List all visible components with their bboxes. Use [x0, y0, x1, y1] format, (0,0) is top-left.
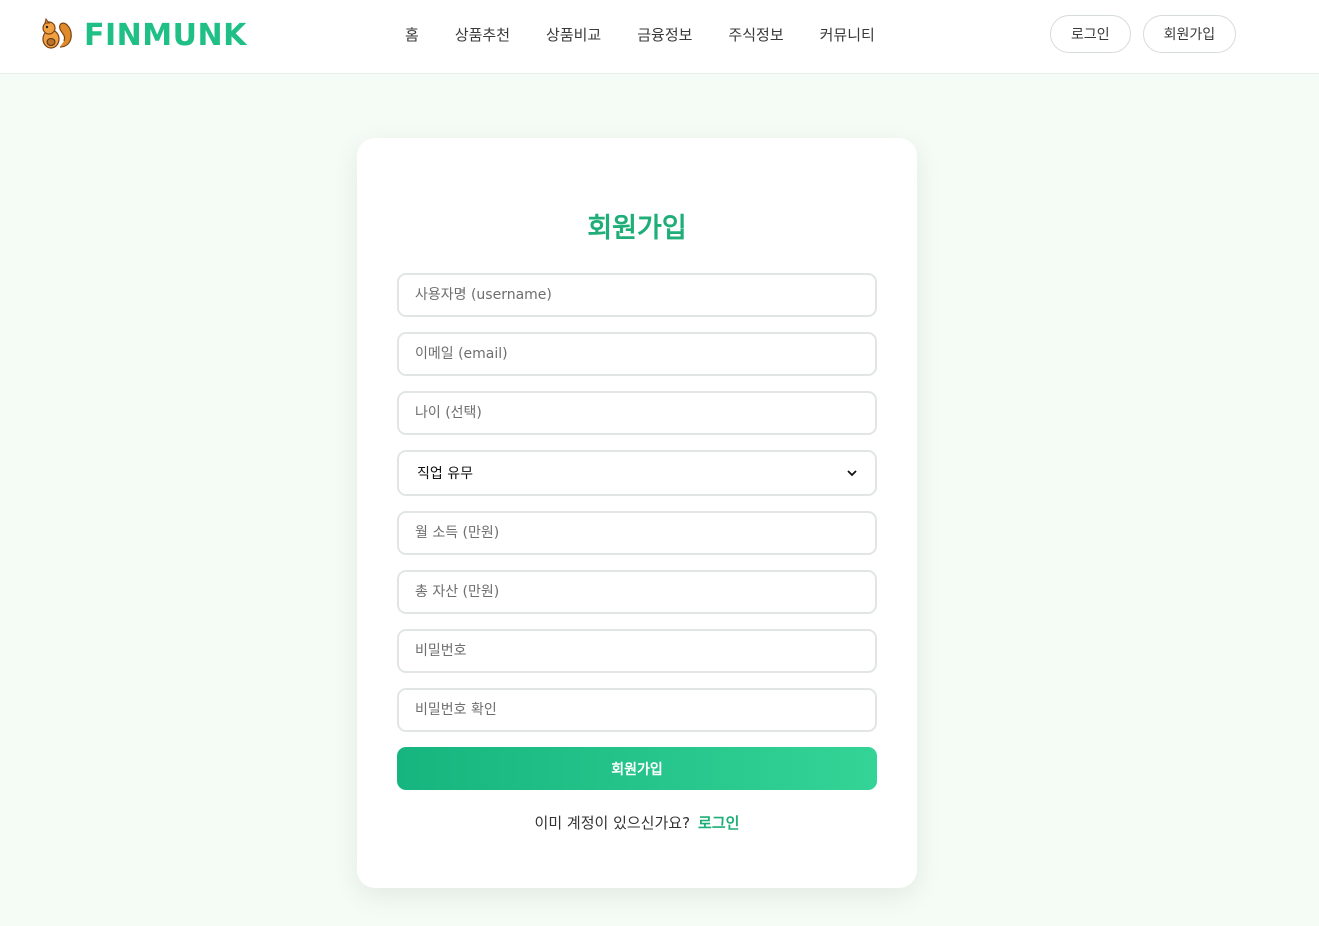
- top-header: FINMUNK 홈 상품추천 상품비교 금융정보 주식정보 커뮤니티 로그인 회…: [0, 0, 1319, 74]
- nav-item-community[interactable]: 커뮤니티: [820, 24, 875, 45]
- auth-buttons: 로그인 회원가입: [1050, 15, 1237, 53]
- nav-item-home[interactable]: 홈: [405, 24, 419, 45]
- email-input[interactable]: [397, 332, 877, 376]
- signup-button[interactable]: 회원가입: [1142, 15, 1237, 53]
- login-link[interactable]: 로그인: [698, 814, 739, 832]
- brand-name: FINMUNK: [84, 17, 247, 53]
- login-prompt-row: 이미 계정이 있으신가요? 로그인: [357, 812, 917, 833]
- chevron-down-icon: [847, 470, 857, 477]
- main-nav: 홈 상품추천 상품비교 금융정보 주식정보 커뮤니티: [405, 24, 911, 45]
- brand-logo[interactable]: FINMUNK: [38, 14, 247, 56]
- login-prompt-text: 이미 계정이 있으신가요?: [534, 814, 691, 832]
- password-input[interactable]: [397, 629, 877, 673]
- signup-card: 회원가입 직업 유무 회원가입 이미 계정이 있으신가요? 로그인: [357, 138, 917, 888]
- nav-item-stock-info[interactable]: 주식정보: [728, 24, 783, 45]
- nav-item-recommend[interactable]: 상품추천: [455, 24, 510, 45]
- page-title: 회원가입: [587, 213, 687, 244]
- total-assets-input[interactable]: [397, 570, 877, 614]
- password-confirm-input[interactable]: [397, 688, 877, 732]
- nav-item-finance-info[interactable]: 금융정보: [637, 24, 692, 45]
- job-status-value: 직업 유무: [417, 466, 473, 482]
- username-input[interactable]: [397, 273, 877, 317]
- age-input[interactable]: [397, 391, 877, 435]
- login-button[interactable]: 로그인: [1050, 15, 1131, 53]
- signup-submit-button[interactable]: 회원가입: [397, 747, 877, 790]
- nav-item-compare[interactable]: 상품비교: [546, 24, 601, 45]
- monthly-income-input[interactable]: [397, 511, 877, 555]
- job-status-select[interactable]: 직업 유무: [397, 450, 877, 496]
- squirrel-icon: [42, 17, 72, 49]
